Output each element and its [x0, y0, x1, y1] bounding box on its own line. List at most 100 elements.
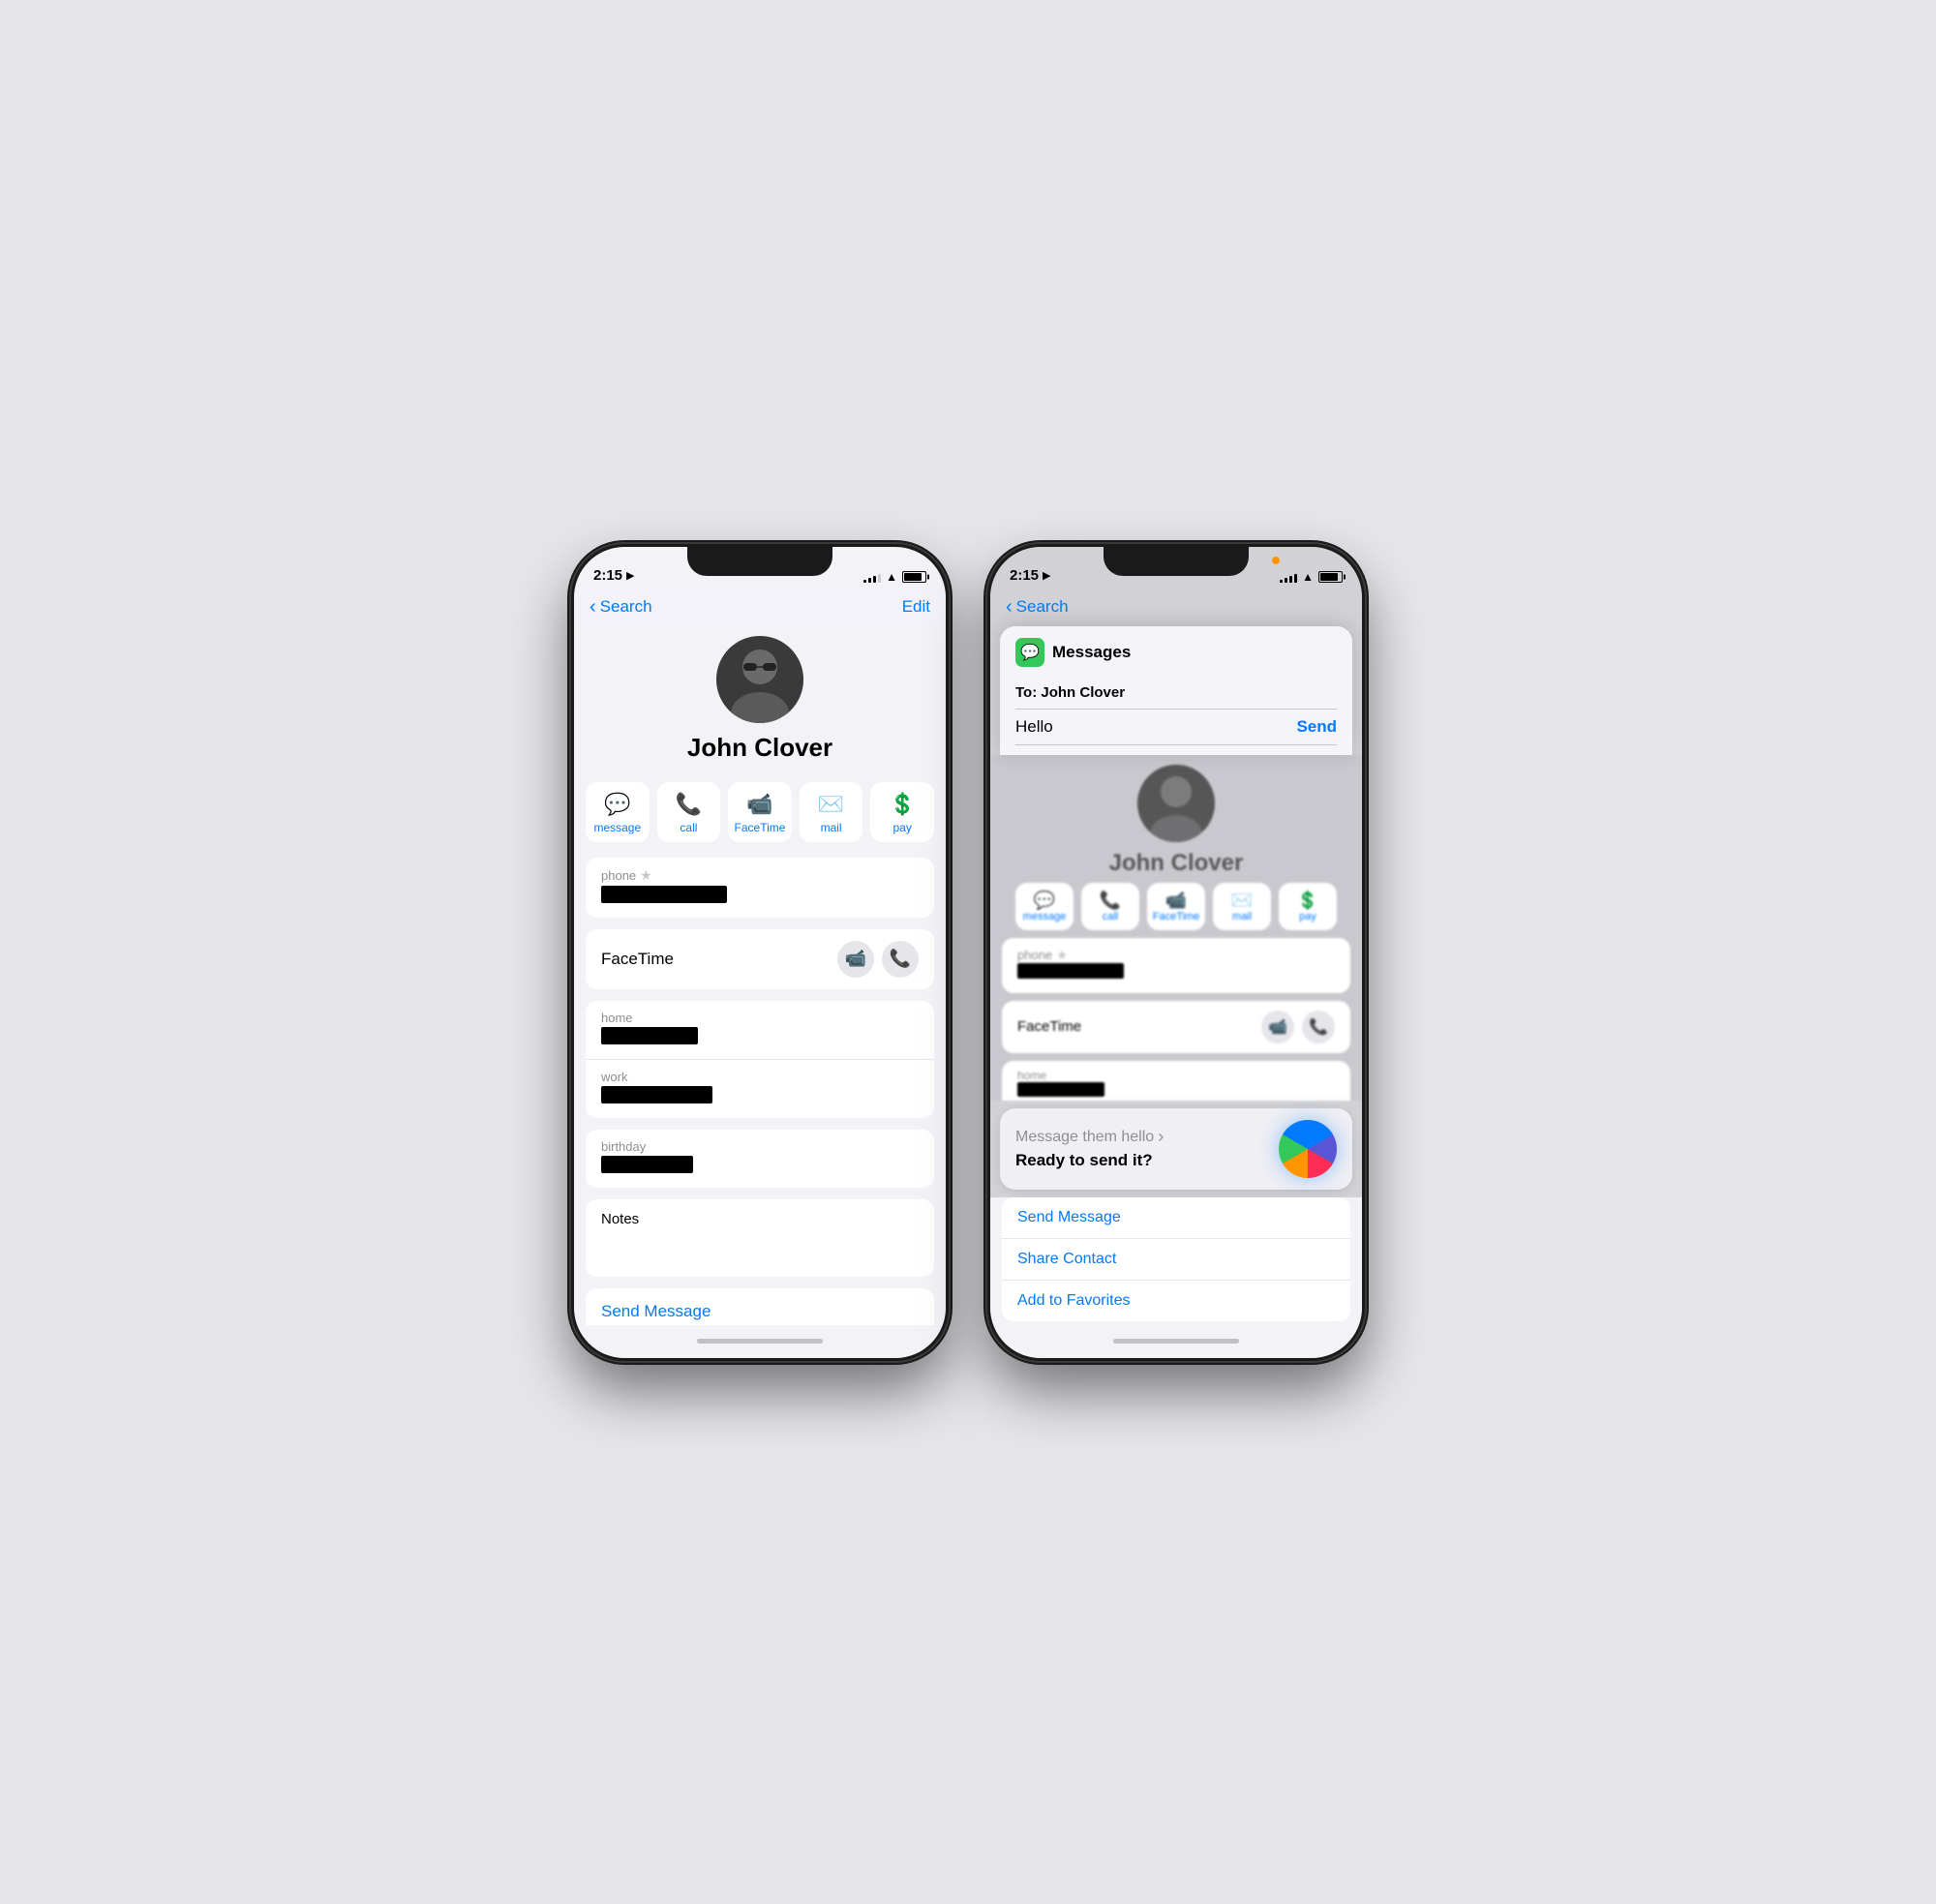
signal-bar-1 [863, 580, 866, 583]
birthday-section: birthday [586, 1130, 934, 1188]
signal-bar-2-4 [1294, 574, 1297, 583]
blurred-mail-icon: ✉️ [1231, 891, 1253, 911]
facetime-button[interactable]: 📹 FaceTime [728, 782, 792, 842]
signal-bar-2-1 [1280, 580, 1283, 583]
status-time: 2:15 [593, 567, 622, 584]
call-button[interactable]: 📞 call [657, 782, 721, 842]
blurred-pay-btn: 💲 pay [1279, 883, 1337, 930]
blurred-ft-label: FaceTime [1153, 911, 1200, 922]
phone-row[interactable]: phone ★ [586, 858, 934, 918]
home-email-row[interactable]: home [586, 1001, 934, 1060]
location-arrow-icon-2: ▶ [1043, 569, 1050, 582]
blurred-pay-label: pay [1299, 911, 1316, 922]
notes-section: Notes [586, 1199, 934, 1277]
work-label: work [601, 1070, 919, 1084]
blurred-ft-icon: 📹 [1165, 891, 1187, 911]
mail-icon: ✉️ [818, 792, 844, 817]
blurred-ft-btn: 📹 FaceTime [1147, 883, 1205, 930]
birthday-value [601, 1156, 919, 1178]
blurred-contact-name: John Clover [1109, 850, 1244, 877]
blurred-msg-icon: 💬 [1034, 891, 1055, 911]
facetime-video-icon: 📹 [746, 792, 772, 817]
notes-label: Notes [601, 1211, 919, 1227]
facetime-video-btn-icon: 📹 [845, 949, 866, 969]
message-button[interactable]: 💬 message [586, 782, 650, 842]
phone-section: phone ★ [586, 858, 934, 918]
send-message-link-2[interactable]: Send Message [1002, 1197, 1350, 1239]
blurred-msg-label: message [1023, 911, 1067, 922]
home-bar [697, 1339, 823, 1344]
blurred-home-row: home [1002, 1061, 1350, 1101]
siri-suggestion-text: Message them hello › [1015, 1127, 1279, 1147]
birthday-row[interactable]: birthday [586, 1130, 934, 1188]
phones-container: 2:15 ▶ ▲ [571, 544, 1365, 1361]
home-label: home [601, 1011, 919, 1025]
message-label: message [593, 821, 641, 834]
home-redacted [601, 1027, 698, 1044]
blurred-pay-icon: 💲 [1297, 891, 1318, 911]
birthday-label: birthday [601, 1139, 919, 1154]
avatar [716, 636, 803, 723]
message-icon: 💬 [604, 792, 630, 817]
signal-bar-2-2 [1285, 578, 1287, 583]
facetime-video-button[interactable]: 📹 [837, 941, 874, 978]
phone-value [601, 886, 919, 908]
signal-bar-2 [868, 578, 871, 583]
birthday-redacted [601, 1156, 693, 1173]
siri-text-area: Message them hello › Ready to send it? [1015, 1127, 1279, 1170]
call-icon: 📞 [676, 792, 702, 817]
send-button[interactable]: Send [1296, 717, 1337, 737]
blurred-call-btn: 📞 call [1081, 883, 1139, 930]
work-email-row[interactable]: work [586, 1060, 934, 1118]
siri-ready-text: Ready to send it? [1015, 1151, 1279, 1170]
blurred-msg-btn: 💬 message [1015, 883, 1074, 930]
email-section: home work [586, 1001, 934, 1118]
pay-button[interactable]: 💲 pay [870, 782, 934, 842]
facetime-audio-button[interactable]: 📞 [882, 941, 919, 978]
back-button[interactable]: ‹ Search [590, 597, 652, 617]
messages-bubble-icon: 💬 [1020, 643, 1040, 662]
messages-compose: Hello Send [1015, 710, 1337, 745]
blurred-facetime-buttons: 📹 📞 [1261, 1011, 1335, 1043]
siri-chevron-icon: › [1158, 1127, 1164, 1147]
signal-bars-2 [1280, 571, 1297, 583]
battery-icon [902, 571, 926, 583]
battery-fill [904, 573, 922, 581]
share-contact-link-2[interactable]: Share Contact [1002, 1239, 1350, 1281]
message-input-text[interactable]: Hello [1015, 717, 1288, 737]
phone-2: 2:15 ▶ ▲ [987, 544, 1365, 1361]
blurred-home-redacted [1017, 1082, 1104, 1097]
blurred-call-label: call [1103, 911, 1119, 922]
status-icons-2: ▲ [1280, 570, 1343, 584]
back-button-2[interactable]: ‹ Search [1006, 597, 1069, 617]
home-indicator [574, 1325, 946, 1358]
blurred-ft-audio-btn: 📞 [1302, 1011, 1335, 1043]
blurred-phone-redacted [1017, 963, 1124, 979]
wifi-icon: ▲ [886, 570, 897, 584]
facetime-audio-btn-icon: 📞 [890, 949, 911, 969]
blurred-avatar [1137, 765, 1215, 842]
blurred-mail-btn: ✉️ mail [1213, 883, 1271, 930]
signal-bar-2-3 [1289, 576, 1292, 583]
signal-bar-4 [878, 574, 881, 583]
work-value [601, 1086, 919, 1108]
add-to-favorites-link-2[interactable]: Add to Favorites [1002, 1281, 1350, 1321]
edit-button[interactable]: Edit [902, 597, 930, 617]
status-icons: ▲ [863, 570, 926, 584]
signal-bar-3 [873, 576, 876, 583]
mail-button[interactable]: ✉️ mail [800, 782, 863, 842]
back-label-2: Search [1016, 597, 1069, 617]
siri-suggestion[interactable]: Message them hello › Ready to send it? [1000, 1108, 1352, 1190]
messages-to: To: John Clover [1015, 677, 1337, 710]
home-value [601, 1027, 919, 1049]
facetime-label-btn: FaceTime [735, 821, 786, 834]
messages-title: Messages [1052, 643, 1131, 662]
phone-1: 2:15 ▶ ▲ [571, 544, 949, 1361]
send-message-link[interactable]: Send Message [586, 1288, 934, 1325]
pay-label: pay [893, 821, 912, 834]
mail-label: mail [821, 821, 842, 834]
battery-icon-2 [1318, 571, 1343, 583]
back-chevron-icon-2: ‹ [1006, 597, 1013, 617]
star-icon: ★ [640, 867, 652, 884]
action-links: Send Message Share Contact Add to Favori… [586, 1288, 934, 1325]
